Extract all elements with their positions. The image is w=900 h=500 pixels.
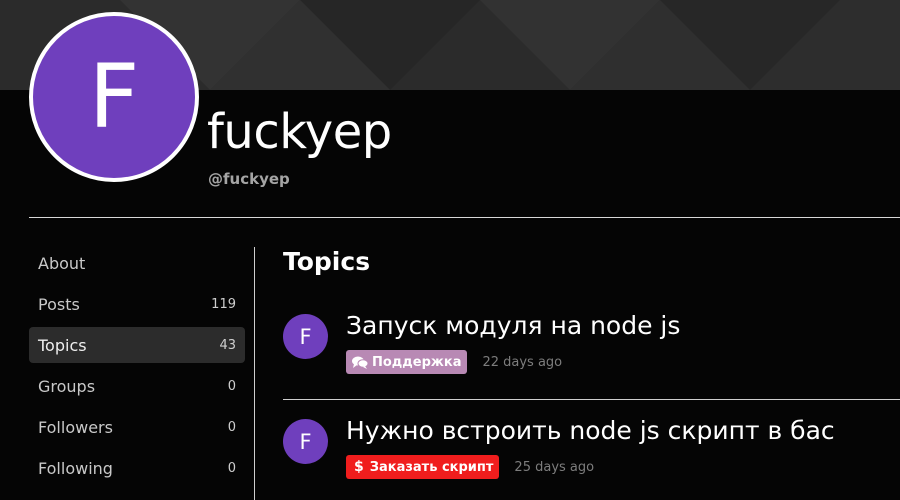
- sidebar-item-label: Groups: [38, 376, 96, 396]
- topic-meta: Поддержка 22 days ago: [346, 350, 562, 374]
- page-title: Topics: [283, 247, 371, 276]
- profile-avatar[interactable]: F: [29, 12, 199, 182]
- category-badge[interactable]: $ Заказать скрипт: [346, 455, 500, 479]
- category-badge-label: Поддержка: [372, 354, 462, 370]
- topic-author-avatar-letter: F: [299, 429, 312, 454]
- topic-meta: $ Заказать скрипт 25 days ago: [346, 455, 594, 479]
- sidebar-item-count: 0: [227, 378, 236, 394]
- category-badge[interactable]: Поддержка: [346, 350, 468, 374]
- sidebar-item-count: 43: [219, 337, 236, 353]
- sidebar-item-topics[interactable]: Topics 43: [29, 327, 245, 363]
- topic-author-avatar-letter: F: [299, 324, 312, 349]
- sidebar-item-posts[interactable]: Posts 119: [29, 286, 245, 322]
- sidebar-item-following[interactable]: Following 0: [29, 450, 245, 486]
- topic-divider: [283, 399, 900, 400]
- sidebar-item-count: 0: [227, 419, 236, 435]
- sidebar-item-label: About: [38, 253, 86, 273]
- profile-sidebar: About Posts 119 Topics 43 Groups 0 Follo…: [29, 245, 245, 491]
- comments-icon: [352, 356, 368, 369]
- sidebar-item-about[interactable]: About: [29, 245, 245, 281]
- header-divider: [29, 217, 900, 218]
- category-badge-label: Заказать скрипт: [369, 459, 494, 475]
- sidebar-item-label: Following: [38, 458, 113, 478]
- sidebar-item-count: 0: [227, 460, 236, 476]
- sidebar-divider: [254, 247, 255, 500]
- topic-title-link[interactable]: Запуск модуля на node js: [346, 311, 680, 340]
- sidebar-item-label: Topics: [38, 335, 87, 355]
- sidebar-item-count: 119: [211, 296, 236, 312]
- sidebar-item-label: Posts: [38, 294, 80, 314]
- topic-title-link[interactable]: Нужно встроить node js скрипт в бас: [346, 416, 835, 445]
- sidebar-item-label: Followers: [38, 417, 113, 437]
- topic-timestamp: 25 days ago: [514, 459, 595, 475]
- dollar-icon: $: [354, 459, 364, 475]
- profile-username: @fuckyep: [208, 170, 290, 188]
- profile-avatar-letter: F: [88, 45, 140, 148]
- profile-display-name: fuckyep: [207, 104, 392, 160]
- topic-timestamp: 22 days ago: [482, 354, 563, 370]
- topic-author-avatar[interactable]: F: [283, 419, 328, 464]
- sidebar-item-followers[interactable]: Followers 0: [29, 409, 245, 445]
- topic-author-avatar[interactable]: F: [283, 314, 328, 359]
- sidebar-item-groups[interactable]: Groups 0: [29, 368, 245, 404]
